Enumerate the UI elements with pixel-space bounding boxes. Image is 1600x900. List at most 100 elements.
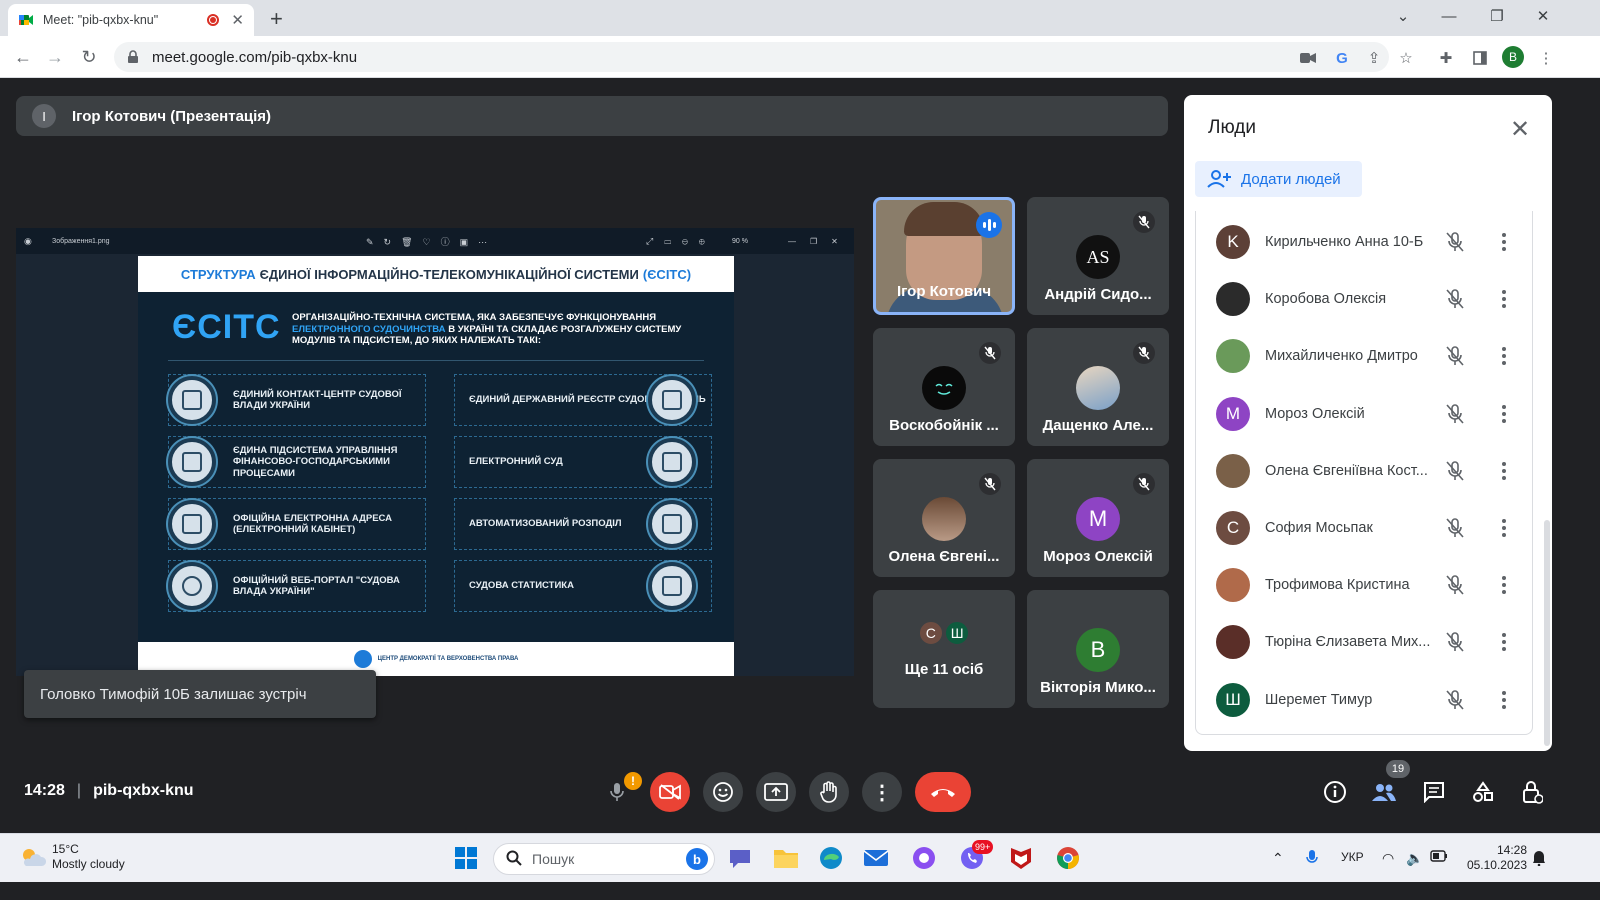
close-icon[interactable]: ✕ <box>1510 115 1530 144</box>
people-list-item[interactable]: K Кирильченко Анна 10-Б <box>1196 213 1534 270</box>
activities-icon[interactable] <box>1469 778 1497 806</box>
mic-off-icon[interactable] <box>1444 288 1466 310</box>
reload-icon[interactable]: ↻ <box>76 44 102 70</box>
more-vert-icon[interactable] <box>1496 518 1512 538</box>
google-translate-icon[interactable]: G <box>1332 48 1352 68</box>
image-viewer-toolbar: ◉ Зображення1.png ✎↻🗑♡ⓘ▣⋯ ⤢▭⊖⊕ 90 % —❐✕ <box>16 228 854 254</box>
more-vert-icon[interactable] <box>1496 232 1512 252</box>
file-explorer-icon[interactable] <box>772 844 800 872</box>
participant-tile[interactable]: Дащенко Але... <box>1027 328 1169 446</box>
chrome-icon[interactable] <box>1054 844 1082 872</box>
volume-icon[interactable]: 🔈 <box>1406 850 1423 867</box>
mic-off-icon[interactable] <box>1444 517 1466 539</box>
person-name: Олена Євгеніївна Кост... <box>1265 462 1428 479</box>
windows-start-icon[interactable] <box>452 844 480 872</box>
maximize-button[interactable]: ❐ <box>1474 0 1520 32</box>
mcafee-icon[interactable] <box>1007 844 1035 872</box>
more-vert-icon[interactable] <box>1496 575 1512 595</box>
viewer-tools-icons: ✎↻🗑♡ⓘ▣⋯ <box>366 236 498 247</box>
new-tab-button[interactable]: + <box>270 6 283 32</box>
reactions-button[interactable] <box>703 772 743 812</box>
more-vert-icon[interactable] <box>1496 289 1512 309</box>
minimize-button[interactable]: — <box>1426 0 1472 32</box>
more-vert-icon[interactable] <box>1496 690 1512 710</box>
keyboard-language[interactable]: УКР <box>1341 850 1364 864</box>
tray-mic-icon[interactable] <box>1306 850 1318 869</box>
extensions-icon[interactable]: ✚ <box>1436 48 1456 68</box>
participant-tile[interactable]: M Мороз Олексій <box>1027 459 1169 577</box>
participant-tile[interactable]: AS Андрій Сидо... <box>1027 197 1169 315</box>
chat-icon[interactable] <box>1420 778 1448 806</box>
slide-title-main: ЄДИНОЇ ІНФОРМАЦІЙНО-ТЕЛЕКОМУНІКАЦІЙНОЇ С… <box>259 266 639 282</box>
mic-off-icon[interactable] <box>1444 231 1466 253</box>
more-participants-tile[interactable]: С Ш Ще 11 осіб <box>873 590 1015 708</box>
close-window-button[interactable]: ✕ <box>1520 0 1566 32</box>
participant-tile[interactable]: Олена Євгені... <box>873 459 1015 577</box>
more-vert-icon[interactable] <box>1496 404 1512 424</box>
camera-icon[interactable] <box>1298 48 1318 68</box>
people-list-item[interactable]: Ш Шеремет Тимур <box>1196 671 1534 728</box>
people-icon[interactable] <box>1370 778 1398 806</box>
person-avatar <box>1216 281 1250 316</box>
mic-off-icon[interactable] <box>1444 689 1466 711</box>
system-clock[interactable]: 14:28 05.10.2023 <box>1465 843 1527 873</box>
people-list-item[interactable]: Трофимова Кристина <box>1196 556 1534 613</box>
taskbar-search[interactable]: Пошук b <box>493 843 715 875</box>
people-list-item[interactable]: Коробова Олексія <box>1196 270 1534 327</box>
add-people-button[interactable]: Додати людей <box>1195 161 1362 197</box>
side-panel-icon[interactable] <box>1470 48 1490 68</box>
host-controls-icon[interactable] <box>1518 778 1546 806</box>
meeting-code[interactable]: pib-qxbx-knu <box>93 782 193 800</box>
browser-tab[interactable]: Meet: "pib-qxbx-knu" ✕ <box>8 4 254 36</box>
more-vert-icon[interactable] <box>1496 632 1512 652</box>
mic-off-icon[interactable] <box>1444 631 1466 653</box>
bookmark-star-icon[interactable]: ☆ <box>1396 48 1416 68</box>
search-placeholder: Пошук <box>532 851 575 867</box>
more-options-button[interactable]: ⋮ <box>862 772 902 812</box>
tab-search-icon[interactable]: ⌄ <box>1380 0 1426 32</box>
tray-chevron-icon[interactable]: ⌃ <box>1272 850 1284 867</box>
presenter-label: Ігор Котович (Презентація) <box>72 107 272 125</box>
clock-time: 14:28 <box>1496 843 1527 857</box>
present-button[interactable] <box>756 772 796 812</box>
meeting-details-icon[interactable] <box>1321 778 1349 806</box>
people-list-item[interactable]: C София Мосьпак <box>1196 499 1534 556</box>
notifications-icon[interactable] <box>1532 850 1546 869</box>
participant-tile[interactable]: Воскобойнік ... <box>873 328 1015 446</box>
browser-menu-icon[interactable]: ⋮ <box>1536 48 1556 68</box>
address-bar[interactable]: meet.google.com/pib-qxbx-knu <box>114 42 1389 72</box>
close-tab-icon[interactable]: ✕ <box>231 11 244 29</box>
wifi-icon[interactable]: ◠ <box>1382 850 1394 867</box>
weather-widget[interactable]: 15°C Mostly cloudy <box>20 842 125 872</box>
more-vert-icon[interactable] <box>1496 461 1512 481</box>
profile-avatar[interactable]: B <box>1502 46 1524 68</box>
people-list-scrollbar[interactable] <box>1544 520 1550 746</box>
leave-call-button[interactable] <box>915 772 971 812</box>
distribution-icon <box>648 500 696 548</box>
registry-icon <box>648 376 696 424</box>
hang-up-icon <box>931 789 955 797</box>
people-list-item[interactable]: Олена Євгеніївна Кост... <box>1196 442 1534 499</box>
mic-off-icon[interactable] <box>1444 403 1466 425</box>
forward-icon[interactable]: → <box>42 44 68 70</box>
mic-off-icon[interactable] <box>1444 574 1466 596</box>
more-vert-icon[interactable] <box>1496 346 1512 366</box>
teams-chat-icon[interactable] <box>726 844 754 872</box>
edge-icon[interactable] <box>817 844 845 872</box>
e-court-icon <box>648 438 696 486</box>
people-list-item[interactable]: Тюріна Єлизавета Мих... <box>1196 613 1534 670</box>
back-icon[interactable]: ← <box>10 44 36 70</box>
battery-icon[interactable] <box>1430 850 1448 865</box>
participant-tile[interactable]: Ігор Котович <box>873 197 1015 315</box>
share-icon[interactable]: ⇪ <box>1364 48 1384 68</box>
copilot-icon[interactable] <box>910 844 938 872</box>
camera-off-button[interactable] <box>650 772 690 812</box>
mail-icon[interactable] <box>862 844 890 872</box>
raise-hand-button[interactable] <box>809 772 849 812</box>
weather-condition: Mostly cloudy <box>52 857 125 871</box>
people-list-item[interactable]: M Мороз Олексій <box>1196 385 1534 442</box>
people-list-item[interactable]: Михайличенко Дмитро <box>1196 327 1534 384</box>
mic-off-icon[interactable] <box>1444 345 1466 367</box>
participant-tile[interactable]: B Вікторія Мико... <box>1027 590 1169 708</box>
mic-off-icon[interactable] <box>1444 460 1466 482</box>
